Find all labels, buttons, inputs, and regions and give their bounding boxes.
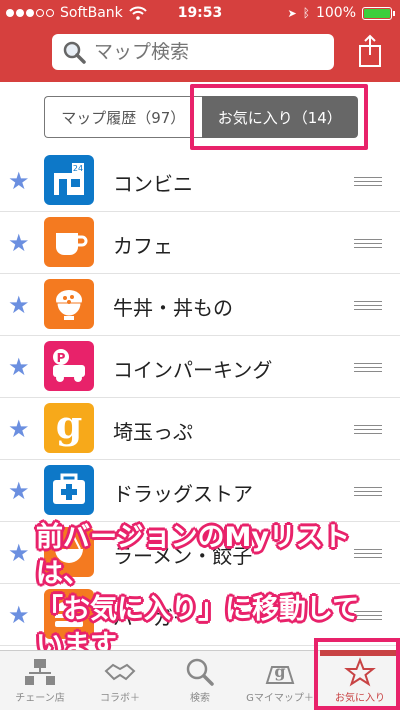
- annotation-line-1: 前バージョンのMyリストは、: [36, 522, 350, 589]
- share-icon[interactable]: [358, 34, 382, 68]
- reorder-handle-icon[interactable]: [354, 177, 382, 186]
- battery-icon: [362, 6, 395, 20]
- reorder-handle-icon[interactable]: [354, 487, 382, 496]
- annotation-line-2: 「お気に入り」に移動して: [36, 594, 360, 625]
- bluetooth-icon: ᛒ: [302, 6, 310, 20]
- tab-label: 検索: [190, 693, 210, 704]
- tab-g-my-map[interactable]: g Gマイマップ＋: [240, 651, 320, 710]
- list-item-label: コインパーキング: [113, 358, 273, 382]
- tab-label: Gマイマップ＋: [246, 693, 314, 704]
- convenience-store-icon: 24: [44, 155, 94, 205]
- list-item-label: ドラッグストア: [113, 482, 253, 506]
- map-g-icon: g: [265, 662, 295, 684]
- header: SoftBank 19:53 ➤ ᛒ 100%: [0, 0, 400, 82]
- svg-text:24: 24: [73, 164, 83, 173]
- coffee-cup-icon: [44, 217, 94, 267]
- star-icon[interactable]: ★: [8, 292, 30, 318]
- reorder-handle-icon[interactable]: [354, 363, 382, 372]
- reorder-handle-icon[interactable]: [354, 239, 382, 248]
- tab-label: チェーン店: [15, 693, 65, 704]
- chain-store-icon: [25, 659, 55, 685]
- search-bar[interactable]: [52, 34, 334, 70]
- list-item-label: カフェ: [113, 234, 173, 258]
- parking-car-icon: P: [44, 341, 94, 391]
- star-icon[interactable]: ★: [8, 230, 30, 256]
- status-bar: SoftBank 19:53 ➤ ᛒ 100%: [0, 0, 400, 28]
- highlight-frame: [190, 84, 368, 150]
- star-icon[interactable]: ★: [8, 416, 30, 442]
- tab-chain-stores[interactable]: チェーン店: [0, 651, 80, 710]
- tab-collabo[interactable]: コラボ＋: [80, 651, 160, 710]
- battery-percent: 100%: [315, 5, 356, 21]
- star-icon[interactable]: ★: [8, 354, 30, 380]
- svg-text:P: P: [57, 351, 66, 365]
- star-icon[interactable]: ★: [8, 540, 30, 566]
- list-item[interactable]: ★ カフェ: [0, 212, 400, 274]
- tab-label: コラボ＋: [100, 693, 140, 704]
- location-arrow-icon: ➤: [287, 6, 297, 20]
- list-item[interactable]: ★ ドラッグストア: [0, 460, 400, 522]
- search-icon: [63, 41, 86, 64]
- handshake-icon: [104, 663, 136, 681]
- list-item[interactable]: ★ 24 コンビニ: [0, 150, 400, 212]
- list-item[interactable]: ★ P コインパーキング: [0, 336, 400, 398]
- star-icon[interactable]: ★: [8, 168, 30, 194]
- tab-history[interactable]: マップ履歴（97）: [44, 96, 202, 138]
- reorder-handle-icon[interactable]: [354, 425, 382, 434]
- list-item-label: コンビニ: [113, 172, 193, 196]
- search-input[interactable]: [94, 41, 314, 63]
- first-aid-icon: [44, 465, 94, 515]
- list-item-label: 牛丼・丼もの: [113, 296, 233, 320]
- search-icon: [186, 658, 214, 686]
- list-item[interactable]: ★ g 埼玉っぷ: [0, 398, 400, 460]
- reorder-handle-icon[interactable]: [354, 301, 382, 310]
- star-icon[interactable]: ★: [8, 602, 30, 628]
- rice-bowl-icon: [44, 279, 94, 329]
- svg-text:g: g: [274, 662, 285, 681]
- highlight-frame: [314, 638, 400, 710]
- star-icon[interactable]: ★: [8, 478, 30, 504]
- list-item[interactable]: ★ 牛丼・丼もの: [0, 274, 400, 336]
- app: SoftBank 19:53 ➤ ᛒ 100% マップ検索 マップ履歴（97） …: [0, 0, 400, 710]
- g-letter-icon: g: [44, 403, 94, 453]
- list-item-label: 埼玉っぷ: [113, 420, 193, 444]
- tab-search[interactable]: 検索: [160, 651, 240, 710]
